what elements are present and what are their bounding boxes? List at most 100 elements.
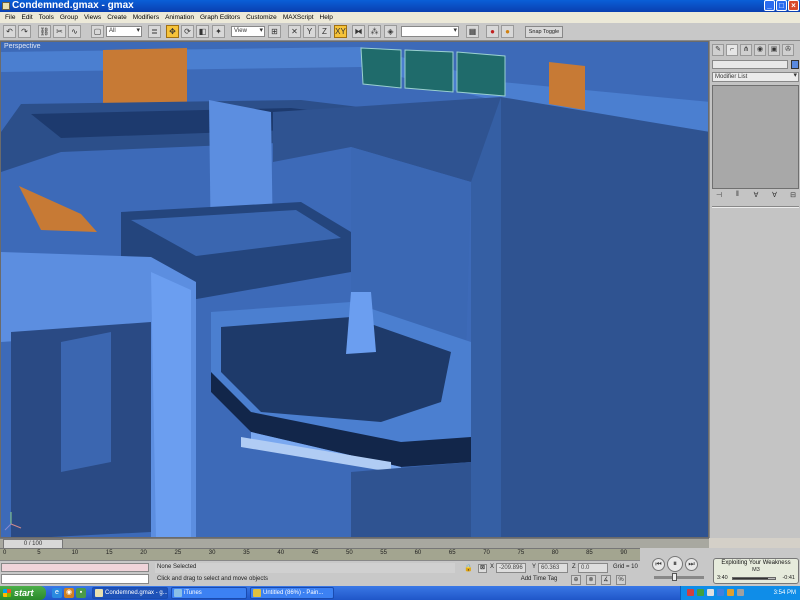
select-manipulate-button[interactable]: ✦ [212, 25, 225, 38]
object-name-field[interactable] [712, 60, 788, 69]
viewport-label[interactable]: Perspective [4, 43, 41, 50]
use-pivot-center-button[interactable]: ⊞ [268, 25, 281, 38]
start-button[interactable]: start [0, 586, 46, 600]
tray-icon-5[interactable] [727, 589, 734, 596]
x-coordinate-field[interactable]: -209.896 [496, 563, 526, 573]
quick-render-button[interactable]: ● [501, 25, 514, 38]
maximize-button[interactable]: □ [776, 0, 787, 11]
timeline-tick-label: 55 [380, 550, 387, 556]
material-editor-button[interactable]: ▦ [466, 25, 479, 38]
title-bar[interactable]: Condemned.gmax - gmax _ □ × [0, 0, 800, 12]
modifier-stack[interactable] [712, 85, 799, 189]
tray-icon-1[interactable] [687, 589, 694, 596]
maxscript-mini-listener[interactable] [1, 563, 149, 572]
restrict-y-button[interactable]: Y [303, 25, 316, 38]
menu-graph-editors[interactable]: Graph Editors [197, 12, 243, 23]
selection-filter-dropdown[interactable]: All [106, 26, 142, 37]
restrict-x-button[interactable]: ✕ [288, 25, 301, 38]
add-time-tag-button[interactable]: Add Time Tag [519, 575, 559, 585]
align-button[interactable]: ◈ [384, 25, 397, 38]
select-by-name-button[interactable]: ≣ [148, 25, 161, 38]
task-gmax[interactable]: Condemned.gmax - g... [92, 587, 168, 599]
configure-sets-icon[interactable]: ⊟ [788, 191, 798, 203]
task-paint[interactable]: Untitled (86%) - Pain... [250, 587, 334, 599]
previous-track-button[interactable]: ⏮ [652, 558, 665, 571]
volume-slider[interactable] [654, 576, 704, 579]
menu-create[interactable]: Create [104, 12, 130, 23]
object-color-swatch[interactable] [791, 60, 799, 69]
select-object-button[interactable]: ▢ [91, 25, 104, 38]
volume-tray-icon[interactable] [707, 589, 714, 596]
minimize-button[interactable]: _ [764, 0, 775, 11]
left-inner-wall [61, 332, 111, 472]
z-coordinate-field[interactable]: 0.0 [578, 563, 608, 573]
firefox-quicklaunch-icon[interactable]: ◉ [64, 588, 74, 598]
perspective-viewport[interactable]: Perspective [0, 41, 709, 538]
array-button[interactable]: ⁂ [368, 25, 381, 38]
redo-button[interactable]: ↷ [18, 25, 31, 38]
menu-maxscript[interactable]: MAXScript [280, 12, 317, 23]
motion-tab[interactable]: ◉ [754, 44, 766, 56]
pin-stack-icon[interactable]: ⊣ [714, 191, 724, 203]
make-unique-icon[interactable]: ∀ [751, 191, 761, 203]
task-itunes[interactable]: iTunes [171, 587, 247, 599]
menu-customize[interactable]: Customize [243, 12, 280, 23]
angle-snap-icon[interactable]: ∡ [601, 575, 611, 585]
absolute-mode-icon[interactable]: ⊠ [478, 564, 487, 573]
restrict-z-button[interactable]: Z [318, 25, 331, 38]
select-and-scale-button[interactable]: ◧ [196, 25, 209, 38]
array-icon: ⁂ [370, 27, 379, 36]
time-slider[interactable]: 0 / 100 [0, 538, 709, 549]
track-bar[interactable]: 0 5 10 15 20 25 30 35 40 45 50 55 60 65 70 75 80 85 90 [0, 548, 640, 560]
remove-modifier-icon[interactable]: ∀ [770, 191, 780, 203]
gmax-app-icon[interactable] [2, 2, 10, 10]
tray-icon-2[interactable] [697, 589, 704, 596]
volume-knob[interactable] [672, 573, 677, 581]
menu-file[interactable]: File [2, 12, 18, 23]
menu-tools[interactable]: Tools [36, 12, 57, 23]
select-link-button[interactable]: ⛓ [38, 25, 51, 38]
tray-icon-6[interactable] [737, 589, 744, 596]
percent-snap-icon[interactable]: % [616, 575, 626, 585]
network-tray-icon[interactable] [717, 589, 724, 596]
snap-toggle-button[interactable]: Snap Toggle [525, 26, 563, 38]
undo-button[interactable]: ↶ [3, 25, 16, 38]
rotate-icon: ⟳ [184, 27, 191, 36]
maxscript-output[interactable] [1, 574, 149, 584]
selection-lock-icon[interactable]: 🔒 [464, 564, 473, 572]
menu-edit[interactable]: Edit [18, 12, 35, 23]
reference-coordinate-dropdown[interactable]: View [231, 26, 265, 37]
create-icon: ✎ [715, 46, 721, 53]
song-progress-bar[interactable] [732, 577, 776, 580]
render-button[interactable]: ● [486, 25, 499, 38]
unlink-button[interactable]: ✂ [53, 25, 66, 38]
select-and-rotate-button[interactable]: ⟳ [181, 25, 194, 38]
close-button[interactable]: × [788, 0, 799, 11]
named-selection-dropdown[interactable] [401, 26, 459, 37]
snap-icon[interactable]: ⊗ [586, 575, 596, 585]
move-icon: ✥ [169, 27, 176, 36]
bind-space-warp-button[interactable]: ∿ [68, 25, 81, 38]
song-title: Exploiting Your Weakness [721, 560, 791, 566]
pause-button[interactable]: ⏸ [667, 556, 683, 572]
display-tab[interactable]: ▣ [768, 44, 780, 56]
utilities-tab[interactable]: ✇ [782, 44, 794, 56]
restrict-xy-plane-button[interactable]: XY [334, 25, 347, 38]
y-coordinate-field[interactable]: 60.363 [538, 563, 568, 573]
menu-modifiers[interactable]: Modifiers [130, 12, 162, 23]
next-track-button[interactable]: ⏭ [685, 558, 698, 571]
modifier-list-dropdown[interactable]: Modifier List [712, 72, 799, 82]
create-tab[interactable]: ✎ [712, 44, 724, 56]
select-and-move-button[interactable]: ✥ [166, 25, 179, 38]
key-mode-icon[interactable]: ⊕ [571, 575, 581, 585]
mirror-button[interactable]: ⧓ [352, 25, 365, 38]
show-end-result-icon[interactable]: ‖ [733, 191, 743, 203]
menu-group[interactable]: Group [57, 12, 81, 23]
menu-views[interactable]: Views [81, 12, 104, 23]
menu-help[interactable]: Help [317, 12, 336, 23]
ie-quicklaunch-icon[interactable]: e [52, 588, 62, 598]
menu-animation[interactable]: Animation [162, 12, 197, 23]
hierarchy-tab[interactable]: ⋔ [740, 44, 752, 56]
desktop-quicklaunch-icon[interactable]: ▪ [76, 588, 86, 598]
modify-tab[interactable]: ⌐ [726, 44, 738, 56]
